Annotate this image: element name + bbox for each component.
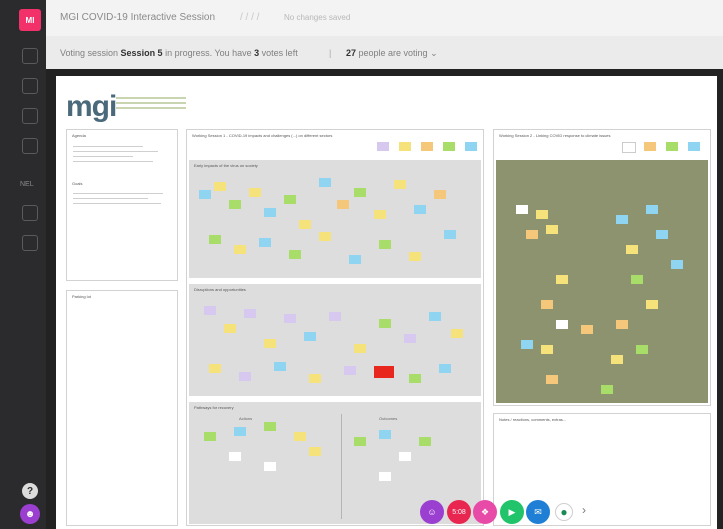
voting-prefix: Voting session (60, 48, 121, 58)
sub-right-title: Outcomes (379, 416, 398, 421)
goals-title: Goals (72, 181, 83, 186)
voting-status: Voting session Session 5 in progress. Yo… (60, 48, 298, 58)
sub-left-title: Actions (239, 416, 253, 421)
chat-button[interactable]: ✉ (526, 500, 550, 524)
sidebar-label[interactable]: NEL (20, 181, 34, 188)
voting-bar: Voting session Session 5 in progress. Yo… (46, 36, 723, 69)
parking-lot-panel[interactable]: Parking lot (66, 290, 178, 526)
working-session-1-panel[interactable]: Working Session 1 - COVID-19 impacts and… (186, 129, 484, 526)
session-title[interactable]: MGI COVID-19 Interactive Session (60, 12, 215, 23)
voting-suffix: votes left (259, 48, 298, 58)
climate-zone[interactable] (496, 160, 708, 403)
title-separator: / / / / (240, 12, 260, 23)
avatar[interactable]: ☻ (20, 504, 40, 524)
voting-middle: in progress. You have (162, 48, 255, 58)
chevron-down-icon[interactable]: ⌄ (430, 48, 438, 58)
working-session-2-title: Working Session 2 - Linking COVID respon… (499, 133, 611, 138)
grid-icon[interactable] (22, 138, 38, 154)
arrow-icon[interactable] (22, 235, 38, 251)
agenda-panel[interactable]: Agenda Goals (66, 129, 178, 281)
title-bar: MGI COVID-19 Interactive Session / / / /… (46, 0, 723, 37)
link-icon[interactable] (22, 205, 38, 221)
zone-b[interactable]: Disruptions and opportunities (189, 284, 481, 396)
zone-a[interactable]: Early impacts of the virus on society (189, 160, 481, 278)
shape-icon[interactable] (22, 78, 38, 94)
agenda-title: Agenda (72, 133, 86, 138)
help-button[interactable]: ? (22, 483, 38, 499)
zone-c-title: Pathways for recovery (194, 405, 234, 410)
working-session-1-title: Working Session 1 - COVID-19 impacts and… (192, 133, 333, 138)
working-session-2-panel[interactable]: Working Session 2 - Linking COVID respon… (493, 129, 711, 406)
text-icon[interactable] (22, 108, 38, 124)
save-status: No changes saved (284, 13, 351, 22)
present-button[interactable]: ▶ (500, 500, 524, 524)
mgi-logo-text: mgi (66, 90, 117, 123)
voting-separator: | (329, 48, 332, 58)
voting-session-name: Session 5 (120, 48, 163, 58)
record-button[interactable]: ● (555, 503, 573, 521)
canvas[interactable]: mgi Agenda Goals Parking lot Working Ses… (46, 69, 723, 529)
app-logo[interactable]: MI (19, 9, 41, 31)
logo-tagline (116, 94, 186, 114)
people-suffix: people are voting (356, 48, 428, 58)
left-toolbar: MI NEL ? ☻ (0, 0, 46, 529)
zone-a-title: Early impacts of the virus on society (194, 163, 258, 168)
activity-button[interactable]: ❖ (473, 500, 497, 524)
pen-icon[interactable] (22, 48, 38, 64)
parking-lot-title: Parking lot (72, 294, 91, 299)
timer-button[interactable]: 5:08 (447, 500, 471, 524)
people-voting[interactable]: 27 people are voting ⌄ (346, 48, 438, 59)
people-count: 27 (346, 48, 357, 58)
notes-title: Notes / reactions, comments, extras... (499, 417, 567, 422)
zone-b-title: Disruptions and opportunities (194, 287, 246, 292)
mgi-logo: mgi (66, 90, 117, 124)
reactions-button[interactable]: ☺ (420, 500, 444, 524)
whiteboard[interactable]: mgi Agenda Goals Parking lot Working Ses… (56, 76, 717, 529)
chevron-right-icon[interactable]: › (582, 503, 586, 517)
